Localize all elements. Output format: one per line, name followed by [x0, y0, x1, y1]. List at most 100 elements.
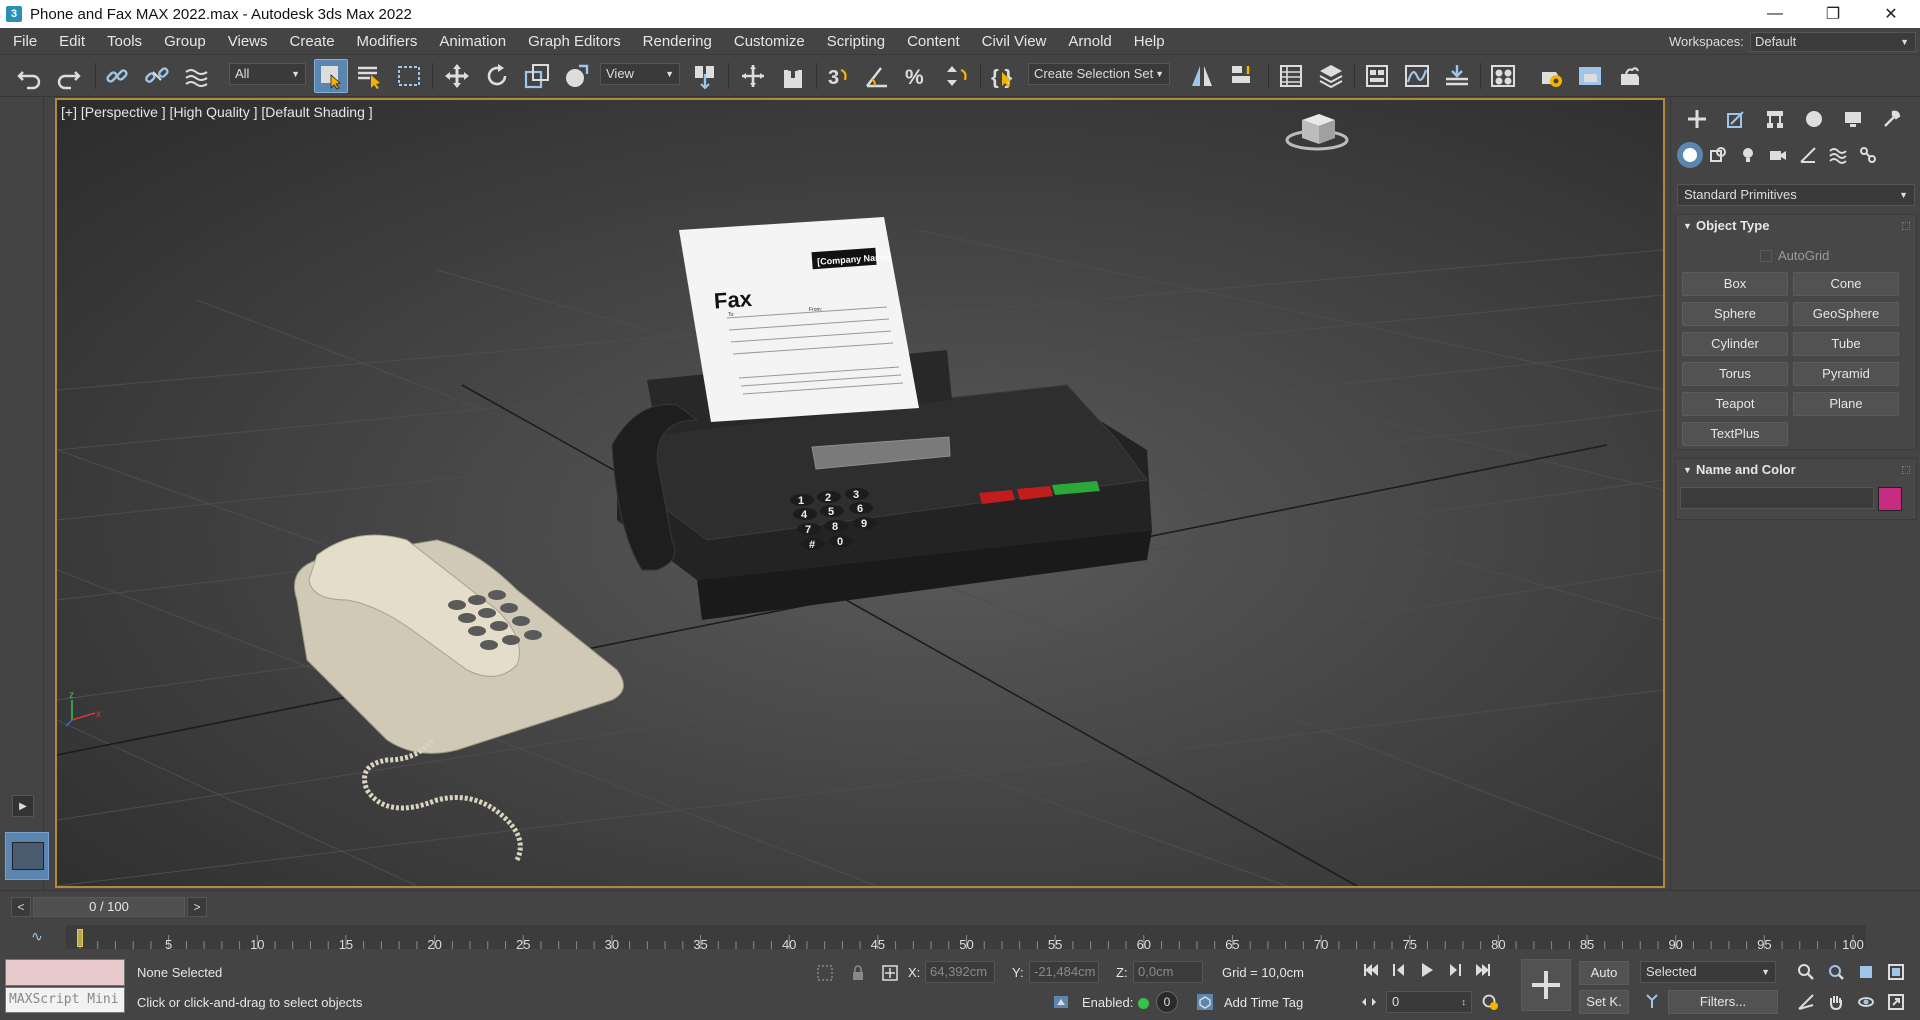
z-coordinate-field[interactable]: 0,0cm [1133, 961, 1203, 983]
menu-animation[interactable]: Animation [428, 28, 517, 55]
rectangular-selection-icon[interactable] [392, 59, 426, 93]
zoom-icon[interactable] [1795, 961, 1817, 983]
auto-key-button[interactable]: Auto [1579, 961, 1629, 985]
scene-explorer-icon[interactable] [1274, 59, 1308, 93]
sphere-button[interactable]: Sphere [1682, 302, 1788, 326]
zoom-all-icon[interactable] [1825, 961, 1847, 983]
perspective-viewport[interactable]: [Company Name] Fax To: From: 1 2 3 4 5 6 [55, 98, 1665, 888]
mirror-icon[interactable] [1185, 59, 1219, 93]
selection-set-dropdown[interactable]: Create Selection Set ▼ [1028, 63, 1170, 85]
pin-key-icon[interactable] [1641, 990, 1663, 1012]
workspaces-select[interactable]: Default ▼ [1750, 32, 1916, 52]
zoom-extents-icon[interactable] [1855, 961, 1877, 983]
spinner-snap-icon[interactable] [940, 59, 974, 93]
bind-space-warp-icon[interactable] [180, 59, 214, 93]
cylinder-button[interactable]: Cylinder [1682, 332, 1788, 356]
object-name-field[interactable] [1680, 487, 1874, 509]
slider-next-button[interactable]: > [187, 897, 207, 917]
isolate-selection-icon[interactable] [814, 962, 836, 984]
selection-filter-dropdown[interactable]: All ▼ [229, 63, 306, 85]
close-icon[interactable]: ✕ [1862, 0, 1920, 28]
render-setup-icon[interactable] [1533, 59, 1567, 93]
orbit-icon[interactable] [1855, 991, 1877, 1013]
viewport-label[interactable]: [+] [Perspective ] [High Quality ] [Defa… [61, 104, 373, 120]
go-to-start-icon[interactable] [1360, 959, 1382, 981]
select-object-icon[interactable] [314, 59, 348, 93]
angle-snap-icon[interactable] [860, 59, 894, 93]
rendered-frame-window-icon[interactable] [1573, 59, 1607, 93]
hierarchy-tab-icon[interactable] [1755, 104, 1794, 134]
menu-customize[interactable]: Customize [723, 28, 816, 55]
menu-views[interactable]: Views [217, 28, 279, 55]
lights-icon[interactable] [1733, 142, 1763, 168]
menu-arnold[interactable]: Arnold [1057, 28, 1122, 55]
go-to-end-icon[interactable] [1472, 959, 1494, 981]
play-icon[interactable] [1416, 959, 1438, 981]
ribbon-toggle-icon[interactable] [1360, 59, 1394, 93]
menu-edit[interactable]: Edit [48, 28, 96, 55]
link-icon[interactable] [100, 59, 134, 93]
utilities-tab-icon[interactable] [1872, 104, 1911, 134]
minimize-icon[interactable]: — [1746, 0, 1804, 28]
pyramid-button[interactable]: Pyramid [1793, 362, 1899, 386]
reference-coordinate-dropdown[interactable]: View ▼ [600, 63, 680, 85]
helpers-icon[interactable] [1793, 142, 1823, 168]
next-frame-icon[interactable] [1444, 959, 1466, 981]
snaps-toggle-icon[interactable]: 3 [820, 59, 854, 93]
maxscript-output[interactable] [5, 959, 125, 986]
expand-layout-icon[interactable]: ▶ [12, 795, 34, 817]
restore-icon[interactable]: ❐ [1804, 0, 1862, 28]
field-of-view-icon[interactable] [1795, 991, 1817, 1013]
time-slider[interactable]: < 0 / 100 > [11, 897, 207, 917]
autogrid-checkbox[interactable] [1760, 249, 1772, 262]
menu-graph-editors[interactable]: Graph Editors [517, 28, 632, 55]
motion-tab-icon[interactable] [1794, 104, 1833, 134]
menu-create[interactable]: Create [279, 28, 346, 55]
set-key-button[interactable]: Set K. [1579, 990, 1629, 1014]
align-icon[interactable] [1225, 59, 1259, 93]
box-button[interactable]: Box [1682, 272, 1788, 296]
name-and-color-header[interactable]: ▼ Name and Color [1676, 459, 1916, 481]
textplus-button[interactable]: TextPlus [1682, 422, 1788, 446]
curve-editor-icon[interactable] [1400, 59, 1434, 93]
torus-button[interactable]: Torus [1682, 362, 1788, 386]
add-time-tag[interactable]: Add Time Tag [1224, 995, 1303, 1010]
set-key-big-button[interactable] [1521, 959, 1571, 1011]
placement-icon[interactable] [560, 59, 594, 93]
scale-icon[interactable] [520, 59, 554, 93]
material-editor-icon[interactable] [1486, 59, 1520, 93]
percent-snap-icon[interactable]: % [900, 59, 934, 93]
select-by-name-icon[interactable] [352, 59, 386, 93]
autogrid-option[interactable]: AutoGrid [1760, 248, 1829, 263]
adaptive-degradation-icon[interactable] [1050, 991, 1072, 1013]
menu-scripting[interactable]: Scripting [816, 28, 896, 55]
tube-button[interactable]: Tube [1793, 332, 1899, 356]
maxscript-input[interactable]: MAXScript Mini [5, 987, 125, 1013]
menu-content[interactable]: Content [896, 28, 971, 55]
systems-icon[interactable] [1853, 142, 1883, 168]
schematic-view-icon[interactable] [1440, 59, 1474, 93]
edit-named-selection-icon[interactable]: { } [986, 59, 1020, 93]
menu-help[interactable]: Help [1123, 28, 1176, 55]
layer-explorer-icon[interactable] [1314, 59, 1348, 93]
rotate-icon[interactable] [480, 59, 514, 93]
menu-file[interactable]: File [0, 28, 48, 55]
enabled-count[interactable]: 0 [1156, 991, 1178, 1013]
time-tag-icon[interactable] [1194, 991, 1216, 1013]
absolute-mode-icon[interactable] [879, 962, 901, 984]
display-tab-icon[interactable] [1833, 104, 1872, 134]
undo-icon[interactable] [12, 59, 46, 93]
slider-prev-button[interactable]: < [11, 897, 31, 917]
timeline-playhead[interactable] [77, 929, 83, 947]
viewport-layout-thumbnail[interactable] [5, 832, 49, 880]
cone-button[interactable]: Cone [1793, 272, 1899, 296]
maximize-viewport-icon[interactable] [1885, 991, 1907, 1013]
time-slider-thumb[interactable]: 0 / 100 [33, 897, 185, 917]
key-filter-dropdown[interactable]: Selected ▼ [1640, 961, 1776, 983]
menu-rendering[interactable]: Rendering [632, 28, 723, 55]
object-type-header[interactable]: ▼ Object Type [1676, 215, 1916, 237]
menu-tools[interactable]: Tools [96, 28, 153, 55]
teapot-button[interactable]: Teapot [1682, 392, 1788, 416]
geosphere-button[interactable]: GeoSphere [1793, 302, 1899, 326]
current-frame-spinner[interactable]: 0 ↕ [1386, 991, 1472, 1013]
